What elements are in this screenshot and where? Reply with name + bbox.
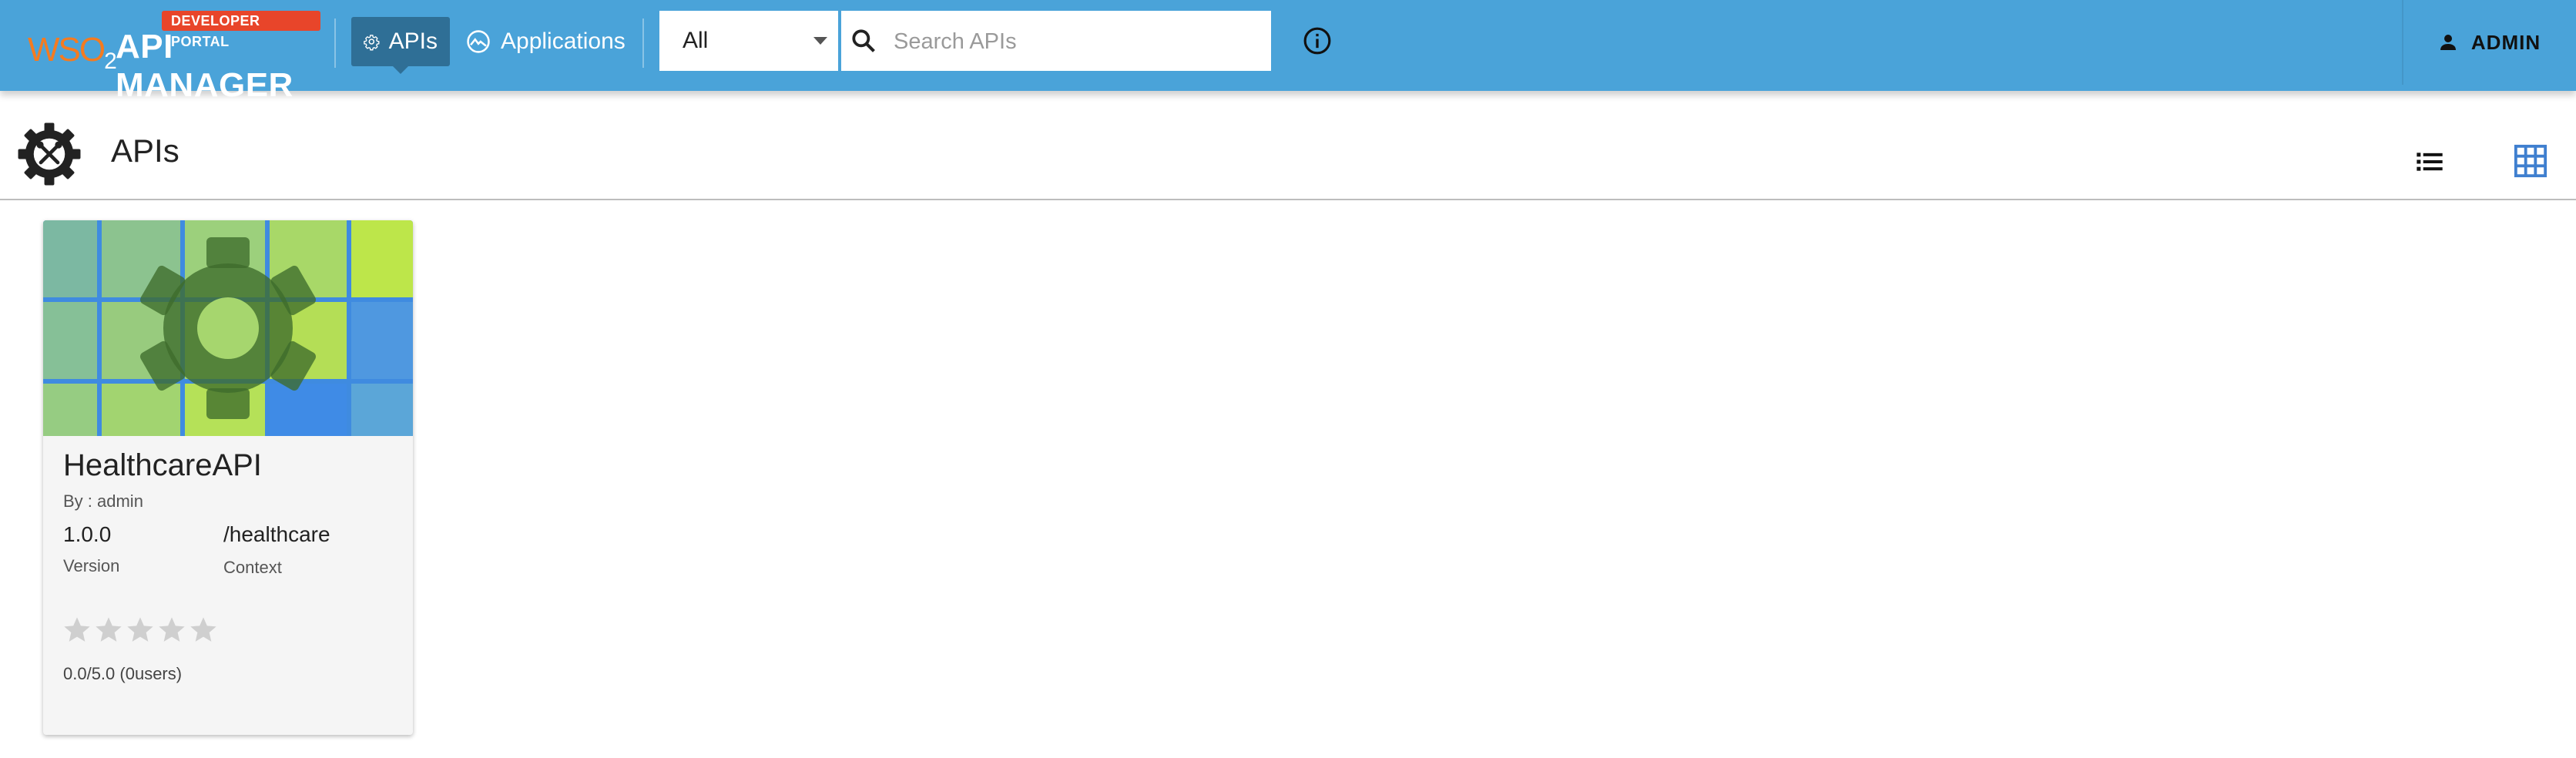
title-divider xyxy=(0,199,2576,200)
list-icon[interactable] xyxy=(2414,146,2445,177)
star-icon[interactable] xyxy=(93,615,124,646)
search-input[interactable] xyxy=(892,11,1265,72)
rating-text: 0.0/5.0 (0users) xyxy=(63,664,183,683)
header-divider xyxy=(334,18,336,68)
api-filter-select[interactable]: All xyxy=(659,11,838,71)
info-icon[interactable] xyxy=(1302,25,1333,56)
nav-applications-label: Applications xyxy=(501,29,626,54)
api-version-label: Version xyxy=(63,556,120,575)
user-name: ADMIN xyxy=(2470,30,2541,54)
wso2-api-manager-logo[interactable]: WSO2 API MANAGER DEVELOPER PORTAL xyxy=(28,11,320,104)
search-icon xyxy=(852,29,875,52)
api-context: /healthcare xyxy=(223,522,330,546)
api-thumbnail xyxy=(43,220,413,436)
chevron-down-icon xyxy=(813,37,827,45)
star-icon[interactable] xyxy=(62,615,92,646)
nav-apis-label: APIs xyxy=(388,29,438,54)
user-menu[interactable]: ADMIN xyxy=(2402,0,2576,85)
gear-icon xyxy=(364,35,380,51)
star-icon[interactable] xyxy=(125,615,156,646)
api-card[interactable]: HealthcareAPI By : admin 1.0.0 Version /… xyxy=(43,220,413,735)
nav-applications[interactable]: Applications xyxy=(453,17,638,66)
star-icon[interactable] xyxy=(156,615,187,646)
api-context-label: Context xyxy=(223,558,282,577)
filter-select-value: All xyxy=(683,28,709,53)
api-author: By : admin xyxy=(63,491,143,511)
api-version: 1.0.0 xyxy=(63,522,112,546)
logo-wso2-text: WSO2 xyxy=(28,31,117,74)
page-title: APIs xyxy=(111,132,179,169)
header-divider xyxy=(642,18,644,68)
api-name[interactable]: HealthcareAPI xyxy=(63,448,262,483)
developer-portal-badge: DEVELOPER PORTAL xyxy=(162,11,320,49)
star-icon[interactable] xyxy=(188,615,219,646)
search-box[interactable] xyxy=(840,11,1271,72)
api-gear-icon xyxy=(18,122,81,186)
nav-apis[interactable]: APIs xyxy=(351,17,450,74)
top-app-bar: WSO2 API MANAGER DEVELOPER PORTAL APIs A… xyxy=(0,0,2576,104)
grid-icon[interactable] xyxy=(2513,143,2548,179)
applications-icon xyxy=(467,30,490,53)
star-rating[interactable] xyxy=(62,615,220,646)
person-icon xyxy=(2440,35,2456,50)
